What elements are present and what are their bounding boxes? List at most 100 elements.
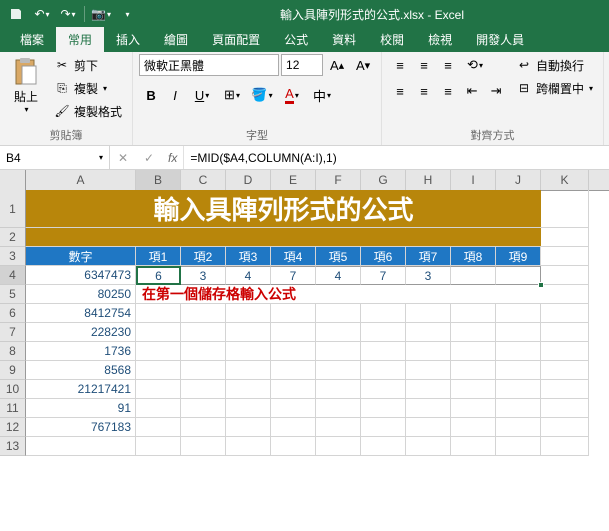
cell[interactable]: 7 bbox=[271, 266, 316, 285]
cell[interactable] bbox=[361, 437, 406, 456]
fx-icon[interactable]: fx bbox=[162, 146, 184, 169]
cell[interactable] bbox=[496, 418, 541, 437]
active-cell[interactable]: 6 bbox=[136, 266, 181, 285]
cut-button[interactable]: ✂剪下 bbox=[50, 54, 126, 76]
cell[interactable] bbox=[271, 418, 316, 437]
cell[interactable] bbox=[136, 418, 181, 437]
cancel-formula-button[interactable]: ✕ bbox=[110, 151, 136, 165]
copy-button[interactable]: ⎘複製▾ bbox=[50, 77, 126, 99]
cell[interactable]: 4 bbox=[226, 266, 271, 285]
border-button[interactable]: ⊞▾ bbox=[217, 84, 247, 106]
align-bottom-button[interactable]: ≡ bbox=[436, 54, 460, 76]
header-cell[interactable]: 項8 bbox=[451, 247, 496, 266]
bold-button[interactable]: B bbox=[139, 84, 163, 106]
cell[interactable]: 6347473 bbox=[26, 266, 136, 285]
cell[interactable] bbox=[316, 437, 361, 456]
tab-formulas[interactable]: 公式 bbox=[272, 27, 320, 52]
cell[interactable] bbox=[271, 437, 316, 456]
cell[interactable] bbox=[226, 418, 271, 437]
cell[interactable] bbox=[181, 399, 226, 418]
cell[interactable]: 80250 bbox=[26, 285, 136, 304]
enter-formula-button[interactable]: ✓ bbox=[136, 151, 162, 165]
cell[interactable] bbox=[361, 418, 406, 437]
cell[interactable] bbox=[361, 342, 406, 361]
cell[interactable] bbox=[451, 437, 496, 456]
tab-home[interactable]: 常用 bbox=[56, 27, 104, 52]
tab-file[interactable]: 檔案 bbox=[8, 27, 56, 52]
cell[interactable] bbox=[271, 399, 316, 418]
font-size-select[interactable] bbox=[281, 54, 323, 76]
cell[interactable] bbox=[181, 323, 226, 342]
col-header[interactable]: D bbox=[226, 170, 271, 190]
decrease-font-button[interactable]: A▾ bbox=[351, 54, 375, 76]
orientation-button[interactable]: ⟲▾ bbox=[460, 54, 490, 76]
cell[interactable] bbox=[181, 380, 226, 399]
cell[interactable] bbox=[541, 323, 589, 342]
tab-view[interactable]: 檢視 bbox=[416, 27, 464, 52]
cell[interactable] bbox=[226, 399, 271, 418]
cell[interactable]: 228230 bbox=[26, 323, 136, 342]
row-header[interactable]: 10 bbox=[0, 380, 26, 399]
header-cell[interactable]: 項1 bbox=[136, 247, 181, 266]
row-header[interactable]: 1 bbox=[0, 190, 26, 228]
cell[interactable] bbox=[226, 437, 271, 456]
row-header[interactable]: 6 bbox=[0, 304, 26, 323]
cell[interactable] bbox=[316, 304, 361, 323]
save-icon[interactable] bbox=[4, 3, 28, 25]
chevron-down-icon[interactable]: ▾ bbox=[99, 153, 103, 162]
cell[interactable] bbox=[541, 285, 589, 304]
align-top-button[interactable]: ≡ bbox=[388, 54, 412, 76]
cell[interactable]: 1736 bbox=[26, 342, 136, 361]
decrease-indent-button[interactable]: ⇤ bbox=[460, 80, 484, 102]
cell[interactable] bbox=[541, 342, 589, 361]
cell[interactable] bbox=[451, 380, 496, 399]
cell[interactable] bbox=[316, 361, 361, 380]
cell[interactable]: 7 bbox=[361, 266, 406, 285]
cell[interactable] bbox=[226, 323, 271, 342]
cell[interactable] bbox=[541, 361, 589, 380]
cell[interactable] bbox=[271, 342, 316, 361]
cell[interactable] bbox=[361, 399, 406, 418]
increase-font-button[interactable]: A▴ bbox=[325, 54, 349, 76]
header-cell[interactable]: 數字 bbox=[26, 247, 136, 266]
fill-handle[interactable] bbox=[538, 282, 544, 288]
title-merged-cell[interactable]: 輸入具陣列形式的公式 bbox=[26, 190, 541, 228]
col-header[interactable]: B bbox=[136, 170, 181, 190]
header-cell[interactable]: 項2 bbox=[181, 247, 226, 266]
cell[interactable] bbox=[496, 342, 541, 361]
cell[interactable] bbox=[496, 399, 541, 418]
cell[interactable] bbox=[451, 361, 496, 380]
cell[interactable] bbox=[406, 342, 451, 361]
col-header[interactable]: H bbox=[406, 170, 451, 190]
header-cell[interactable]: 項7 bbox=[406, 247, 451, 266]
cell[interactable] bbox=[361, 361, 406, 380]
cell[interactable]: 91 bbox=[26, 399, 136, 418]
cell[interactable]: 8412754 bbox=[26, 304, 136, 323]
cell[interactable] bbox=[316, 380, 361, 399]
col-header[interactable]: J bbox=[496, 170, 541, 190]
cell[interactable] bbox=[541, 247, 589, 266]
cell[interactable] bbox=[406, 361, 451, 380]
col-header[interactable]: I bbox=[451, 170, 496, 190]
cell[interactable] bbox=[136, 380, 181, 399]
col-header[interactable]: A bbox=[26, 170, 136, 190]
cell[interactable] bbox=[496, 304, 541, 323]
cell[interactable] bbox=[271, 380, 316, 399]
cell[interactable] bbox=[541, 304, 589, 323]
name-box[interactable]: B4▾ bbox=[0, 146, 110, 169]
underline-button[interactable]: U▾ bbox=[187, 84, 217, 106]
cell[interactable] bbox=[271, 361, 316, 380]
merge-center-button[interactable]: ⊟跨欄置中▾ bbox=[512, 77, 597, 99]
tab-draw[interactable]: 繪圖 bbox=[152, 27, 200, 52]
cell[interactable] bbox=[541, 266, 589, 285]
col-header[interactable]: C bbox=[181, 170, 226, 190]
cell[interactable] bbox=[136, 342, 181, 361]
select-all-corner[interactable] bbox=[0, 170, 26, 190]
cell[interactable] bbox=[496, 380, 541, 399]
format-painter-button[interactable]: 🖌複製格式 bbox=[50, 100, 126, 122]
cell[interactable] bbox=[181, 437, 226, 456]
cell[interactable] bbox=[451, 418, 496, 437]
row-header[interactable]: 3 bbox=[0, 247, 26, 266]
cell[interactable]: 21217421 bbox=[26, 380, 136, 399]
row-header[interactable]: 9 bbox=[0, 361, 26, 380]
